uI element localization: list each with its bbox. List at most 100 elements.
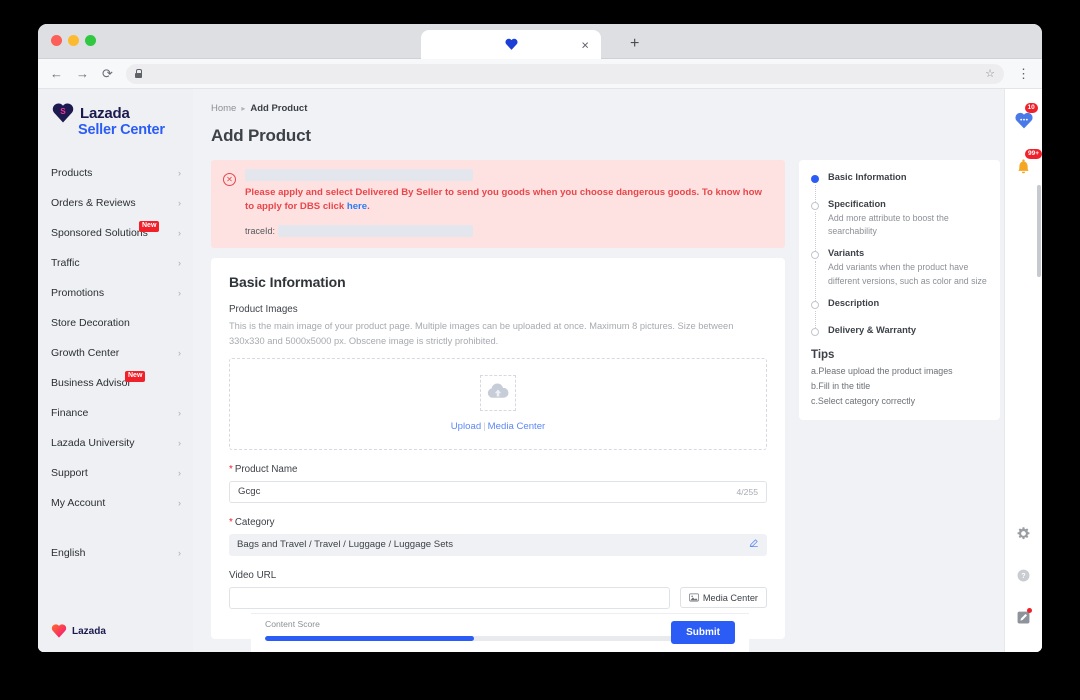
sidebar-item-finance[interactable]: Finance › <box>38 398 193 428</box>
sidebar-item-growth-center[interactable]: Growth Center › <box>38 338 193 368</box>
notifications-badge: 99+ <box>1025 149 1042 160</box>
trace-label: traceId: <box>245 225 276 236</box>
breadcrumb: Home ▸ Add Product <box>211 103 1024 114</box>
upload-link[interactable]: Upload <box>451 421 481 432</box>
redacted-title-block <box>245 169 473 181</box>
sidebar-item-lazada-university[interactable]: Lazada University › <box>38 428 193 458</box>
brand-subtitle: Seller Center <box>78 122 165 138</box>
sidebar-item-store-decoration[interactable]: Store Decoration <box>38 308 193 338</box>
address-bar[interactable]: ☆ <box>125 63 1004 84</box>
alert-message: Please apply and select Delivered By Sel… <box>245 186 773 214</box>
notifications-button[interactable]: 99+ <box>1014 149 1042 181</box>
bell-icon <box>1014 159 1033 180</box>
image-icon <box>689 589 699 607</box>
new-tab-button[interactable]: + <box>630 36 639 52</box>
sidebar-item-label: Products <box>51 167 93 179</box>
step-variants[interactable]: Variants Add variants when the product h… <box>811 248 988 301</box>
maximize-window-button[interactable] <box>85 35 96 46</box>
link-divider: | <box>483 421 486 433</box>
sidebar-item-sponsored-solutions[interactable]: Sponsored Solutions New › <box>38 218 193 248</box>
alert-here-link[interactable]: here <box>347 201 367 212</box>
brand-block[interactable]: S Lazada Seller Center <box>38 89 193 148</box>
browser-toolbar: ← → ⟳ ☆ ⋮ <box>38 59 1042 89</box>
window-controls[interactable] <box>51 35 96 46</box>
media-center-link[interactable]: Media Center <box>488 421 546 432</box>
submit-button[interactable]: Submit <box>671 621 735 644</box>
category-field[interactable]: Bags and Travel / Travel / Luggage / Lug… <box>229 533 767 556</box>
sidebar-item-my-account[interactable]: My Account › <box>38 488 193 518</box>
step-delivery-warranty[interactable]: Delivery & Warranty <box>811 325 988 336</box>
sidebar-item-support[interactable]: Support › <box>38 458 193 488</box>
image-dropzone[interactable]: Upload | Media Center <box>229 357 767 450</box>
product-name-input[interactable]: Gcgc 4/255 <box>229 480 767 503</box>
help-button[interactable]: ? <box>1016 568 1031 588</box>
new-badge: New <box>125 371 146 382</box>
step-description: Add more attribute to boost the searchab… <box>828 213 949 237</box>
main-content: Home ▸ Add Product Add Product ✕ Please … <box>193 89 1042 652</box>
chevron-right-icon: › <box>178 287 181 298</box>
pencil-square-icon <box>1016 611 1031 629</box>
chevron-right-icon: › <box>178 497 181 508</box>
step-dot-icon <box>811 327 819 336</box>
right-rail: 10 99+ ? <box>1004 89 1042 652</box>
step-dot-icon <box>811 251 819 260</box>
sidebar-item-orders-reviews[interactable]: Orders & Reviews › <box>38 188 193 218</box>
content-score-fill <box>265 635 475 641</box>
video-url-row: Media Center <box>229 586 767 609</box>
content-score-track <box>265 635 684 641</box>
step-connector <box>814 261 816 301</box>
bookmark-star-icon[interactable]: ☆ <box>985 67 995 80</box>
step-connector <box>814 212 816 252</box>
trace-row: traceId: <box>245 224 773 237</box>
new-badge: New <box>139 221 160 232</box>
required-asterisk: * <box>229 516 233 528</box>
content-columns: ✕ Please apply and select Delivered By S… <box>211 160 1024 639</box>
step-basic-information[interactable]: Basic Information <box>811 172 988 202</box>
tips-heading: Tips <box>811 348 835 361</box>
tip-item: b.Fill in the title <box>811 380 871 391</box>
page-body: S Lazada Seller Center Products › Orders… <box>38 89 1042 652</box>
browser-tab[interactable]: × <box>421 30 601 59</box>
close-tab-icon[interactable]: × <box>581 38 589 51</box>
sidebar-footer-logo: Lazada <box>38 610 193 652</box>
step-title: Basic Information <box>828 172 907 182</box>
sidebar-item-traffic[interactable]: Traffic › <box>38 248 193 278</box>
svg-text:S: S <box>60 107 66 116</box>
sidebar-item-label: Orders & Reviews <box>51 197 136 209</box>
upload-placeholder-box <box>480 375 516 412</box>
sidebar-item-products[interactable]: Products › <box>38 158 193 188</box>
category-value: Bags and Travel / Travel / Luggage / Lug… <box>237 539 454 551</box>
chat-button[interactable]: 10 <box>1014 103 1038 135</box>
sidebar-item-label: Support <box>51 467 88 479</box>
forward-icon[interactable]: → <box>76 67 89 80</box>
reload-icon[interactable]: ⟳ <box>102 67 113 80</box>
alert-body: Please apply and select Delivered By Sel… <box>245 169 773 237</box>
media-center-button[interactable]: Media Center <box>679 587 767 609</box>
required-asterisk: * <box>229 463 233 475</box>
pencil-icon[interactable] <box>749 538 759 551</box>
browser-menu-icon[interactable]: ⋮ <box>1017 67 1030 80</box>
tip-item: a.Please upload the product images <box>811 365 953 376</box>
redacted-trace-value <box>278 224 474 237</box>
chevron-right-icon: › <box>178 407 181 418</box>
settings-button[interactable] <box>1016 526 1031 546</box>
video-url-input[interactable] <box>229 586 670 609</box>
feedback-button[interactable] <box>1016 608 1032 630</box>
cloud-upload-icon <box>486 382 510 405</box>
step-specification[interactable]: Specification Add more attribute to boos… <box>811 199 988 252</box>
step-description[interactable]: Description <box>811 298 988 328</box>
breadcrumb-home[interactable]: Home <box>211 103 236 114</box>
sidebar-item-business-advisor[interactable]: Business Advisor New <box>38 368 193 398</box>
back-icon[interactable]: ← <box>50 67 63 80</box>
error-circle-icon: ✕ <box>223 173 236 186</box>
minimize-window-button[interactable] <box>68 35 79 46</box>
page-scrollbar[interactable] <box>1037 185 1041 277</box>
product-name-value: Gcgc <box>238 486 261 498</box>
video-url-label: Video URL <box>229 569 277 581</box>
chevron-right-icon: › <box>178 347 181 358</box>
close-window-button[interactable] <box>51 35 62 46</box>
content-score-label: Content Score <box>265 619 320 629</box>
step-title: Specification <box>828 199 886 209</box>
sidebar-item-promotions[interactable]: Promotions › <box>38 278 193 308</box>
sidebar-item-language[interactable]: English › <box>38 538 193 568</box>
